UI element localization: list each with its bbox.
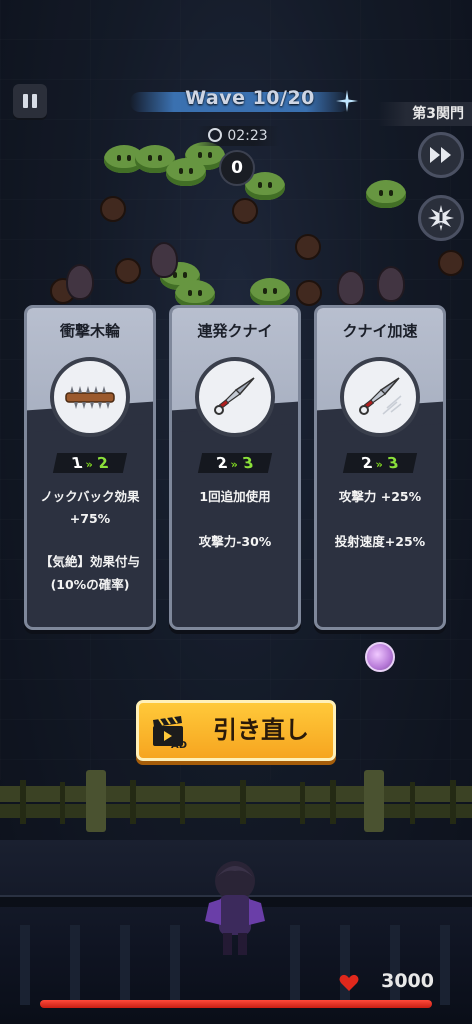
ad-badge: AD [171,740,187,750]
spiked-wooden-ring-icon [65,386,115,409]
hp-bar-fill [40,1000,432,1008]
level-indicator: 2»3 [197,453,273,473]
clock-icon [208,128,223,142]
card-title: 連発クナイ [197,322,273,340]
level-arrow-icon: » [374,458,385,471]
level-to: 3 [240,454,255,472]
card-desc-line: +75% [69,511,111,526]
card-desc-line: 攻撃力 +25% [338,489,422,504]
card-desc-line: 投射速度+25% [334,534,426,549]
kunai-icon [359,377,402,415]
level-indicator: 1»2 [52,453,128,473]
timer: 02:23 [196,126,280,146]
upgrade-card-1[interactable]: 衝撃木輪 1»2 ノックバック効果 +75% 【気絶】効果付与 (10%の確率) [24,305,156,630]
fast-forward-button[interactable] [418,132,464,178]
burst-skill-icon [428,205,454,231]
video-ad-icon: AD [153,716,187,750]
timer-value: 02:23 [227,128,268,144]
pause-button[interactable] [13,84,47,118]
level-to: 3 [385,454,400,472]
level-arrow-icon: » [84,458,95,471]
card-icon-frame [50,357,130,437]
upgrade-card-3[interactable]: クナイ加速 2»3 攻撃力 +25% 投射速度+25% [314,305,446,630]
wave-label: Wave 10/20 [185,87,315,109]
pause-icon [23,94,28,108]
level-from: 1 [69,454,85,472]
card-title: 衝撃木輪 [59,322,120,340]
reroll-button[interactable]: AD 引き直し [136,700,336,761]
fast-forward-icon [430,147,451,163]
level-to: 2 [95,454,110,472]
heart-icon [339,974,359,991]
level-indicator: 2»3 [342,453,418,473]
card-desc-line: ノックバック効果 [40,489,140,504]
card-title: クナイ加速 [342,322,418,340]
card-desc-line: (10%の確率) [50,577,130,592]
sparkle-icon [336,90,358,112]
level-arrow-icon: » [229,458,240,471]
card-desc-line: 1回追加使用 [199,489,271,504]
ninja-hero [205,861,265,955]
stage-label: 第3関門 [378,102,472,126]
combo-counter: 0 [219,150,255,186]
wooden-fence [0,770,472,832]
kunai-orb-pickup [365,642,395,672]
card-icon-frame [195,357,275,437]
reroll-label: 引き直し [213,716,309,744]
card-icon-frame [340,357,420,437]
game-stage: Wave 10/20 第3関門 02:23 0 衝撃木輪 1»2 ノックバック効… [0,0,472,1024]
upgrade-card-2[interactable]: 連発クナイ 2»3 1回追加使用 攻撃力-30% [169,305,301,630]
hp-bar [40,1000,432,1008]
burst-skill-button[interactable] [418,195,464,241]
level-from: 2 [359,454,375,472]
hp-value: 3000 [381,970,434,992]
card-desc-line: 攻撃力-30% [198,534,272,549]
kunai-icon [214,377,255,415]
level-from: 2 [214,454,230,472]
card-desc-line: 【気絶】効果付与 [39,554,140,569]
